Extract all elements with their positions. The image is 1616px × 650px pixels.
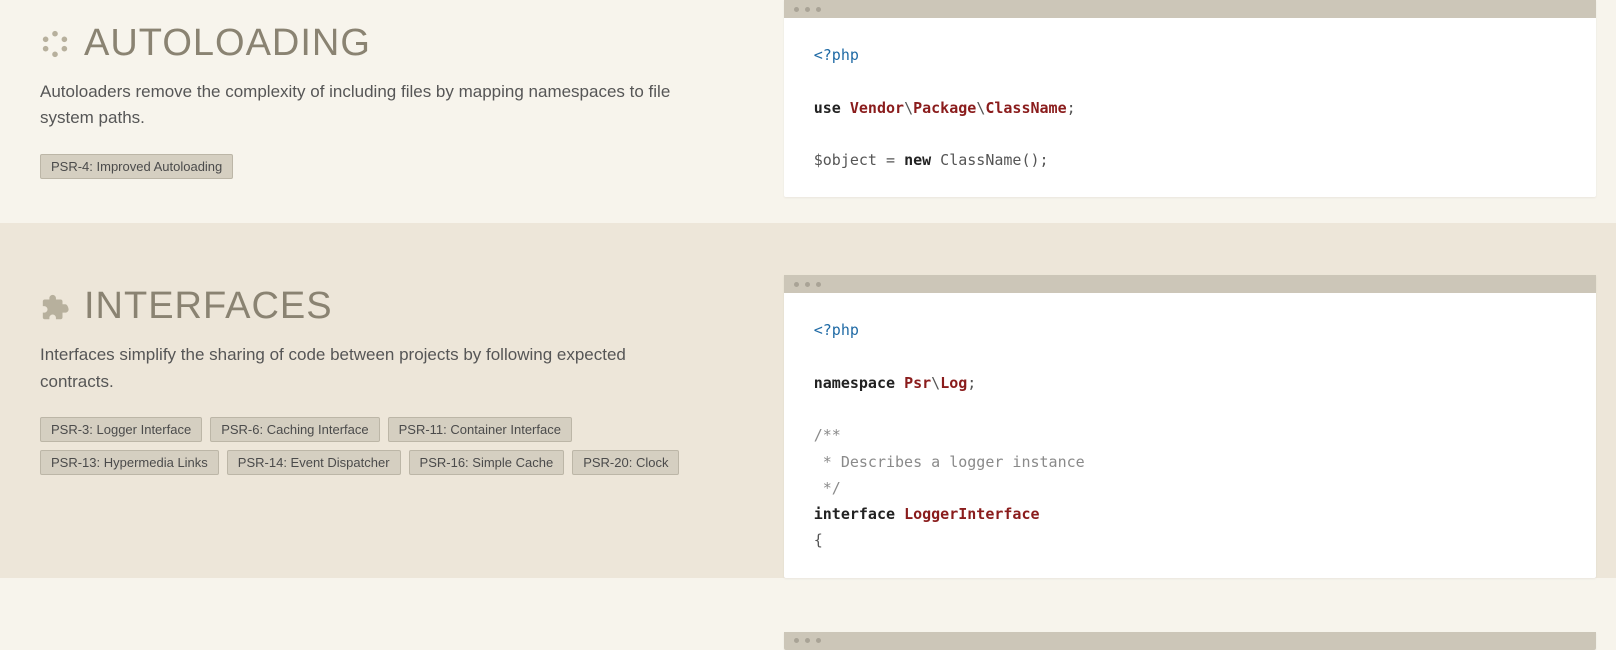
ns-classname: ClassName <box>985 99 1066 117</box>
window-dot-icon <box>816 282 821 287</box>
tag-psr-16[interactable]: PSR-16: Simple Cache <box>409 450 565 475</box>
comment-line: * Describes a logger instance <box>814 453 1085 471</box>
window-dot-icon <box>805 638 810 643</box>
interface-name: LoggerInterface <box>904 505 1039 523</box>
tag-psr-20[interactable]: PSR-20: Clock <box>572 450 679 475</box>
tag-psr-3[interactable]: PSR-3: Logger Interface <box>40 417 202 442</box>
autoloading-section: AUTOLOADING Autoloaders remove the compl… <box>0 0 1616 223</box>
window-dot-icon <box>794 7 799 12</box>
autoloading-code-block: <?php use Vendor\Package\ClassName; $obj… <box>784 18 1596 197</box>
code-window-titlebar <box>784 275 1596 293</box>
next-section-sliver <box>0 578 1616 650</box>
interfaces-code-block: <?php namespace Psr\Log; /** * Describes… <box>784 293 1596 577</box>
ns-vendor: Vendor <box>850 99 904 117</box>
window-dot-icon <box>794 638 799 643</box>
tag-psr-11[interactable]: PSR-11: Container Interface <box>388 417 572 442</box>
interfaces-title-text: INTERFACES <box>84 285 333 328</box>
autoloading-title-text: AUTOLOADING <box>84 22 371 65</box>
kw-interface: interface <box>814 505 895 523</box>
ns-psr: Psr <box>904 374 931 392</box>
interfaces-heading: INTERFACES <box>40 245 724 328</box>
tag-psr-14[interactable]: PSR-14: Event Dispatcher <box>227 450 401 475</box>
puzzle-icon <box>40 292 70 322</box>
tag-psr-4[interactable]: PSR-4: Improved Autoloading <box>40 154 233 179</box>
kw-namespace: namespace <box>814 374 895 392</box>
interfaces-code-window: <?php namespace Psr\Log; /** * Describes… <box>784 275 1596 577</box>
next-code-window <box>784 632 1596 650</box>
comment-line: /** <box>814 426 841 444</box>
window-dot-icon <box>816 7 821 12</box>
interfaces-code-column: <?php namespace Psr\Log; /** * Describes… <box>784 223 1616 577</box>
ns-package: Package <box>913 99 976 117</box>
tag-psr-6[interactable]: PSR-6: Caching Interface <box>210 417 379 442</box>
autoloading-heading: AUTOLOADING <box>40 22 724 65</box>
var-object: $object <box>814 151 877 169</box>
php-open-tag: <?php <box>814 321 859 339</box>
ns-log: Log <box>940 374 967 392</box>
kw-new: new <box>904 151 931 169</box>
window-dot-icon <box>805 7 810 12</box>
autoloading-code-column: <?php use Vendor\Package\ClassName; $obj… <box>784 0 1616 223</box>
kw-use: use <box>814 99 841 117</box>
window-dot-icon <box>816 638 821 643</box>
autoload-icon <box>40 29 70 59</box>
code-window-titlebar <box>784 632 1596 650</box>
php-open-tag: <?php <box>814 46 859 64</box>
autoloading-code-window: <?php use Vendor\Package\ClassName; $obj… <box>784 0 1596 197</box>
interfaces-tag-list: PSR-3: Logger Interface PSR-6: Caching I… <box>40 417 724 475</box>
interfaces-text-column: INTERFACES Interfaces simplify the shari… <box>0 223 784 577</box>
interfaces-description: Interfaces simplify the sharing of code … <box>40 342 680 395</box>
interfaces-section: INTERFACES Interfaces simplify the shari… <box>0 223 1616 577</box>
autoloading-text-column: AUTOLOADING Autoloaders remove the compl… <box>0 0 784 223</box>
comment-line: */ <box>814 479 841 497</box>
tag-psr-13[interactable]: PSR-13: Hypermedia Links <box>40 450 219 475</box>
autoloading-tag-list: PSR-4: Improved Autoloading <box>40 154 724 179</box>
window-dot-icon <box>794 282 799 287</box>
autoloading-description: Autoloaders remove the complexity of inc… <box>40 79 680 132</box>
call-classname: ClassName(); <box>931 151 1048 169</box>
window-dot-icon <box>805 282 810 287</box>
code-window-titlebar <box>784 0 1596 18</box>
open-brace: { <box>814 531 823 549</box>
